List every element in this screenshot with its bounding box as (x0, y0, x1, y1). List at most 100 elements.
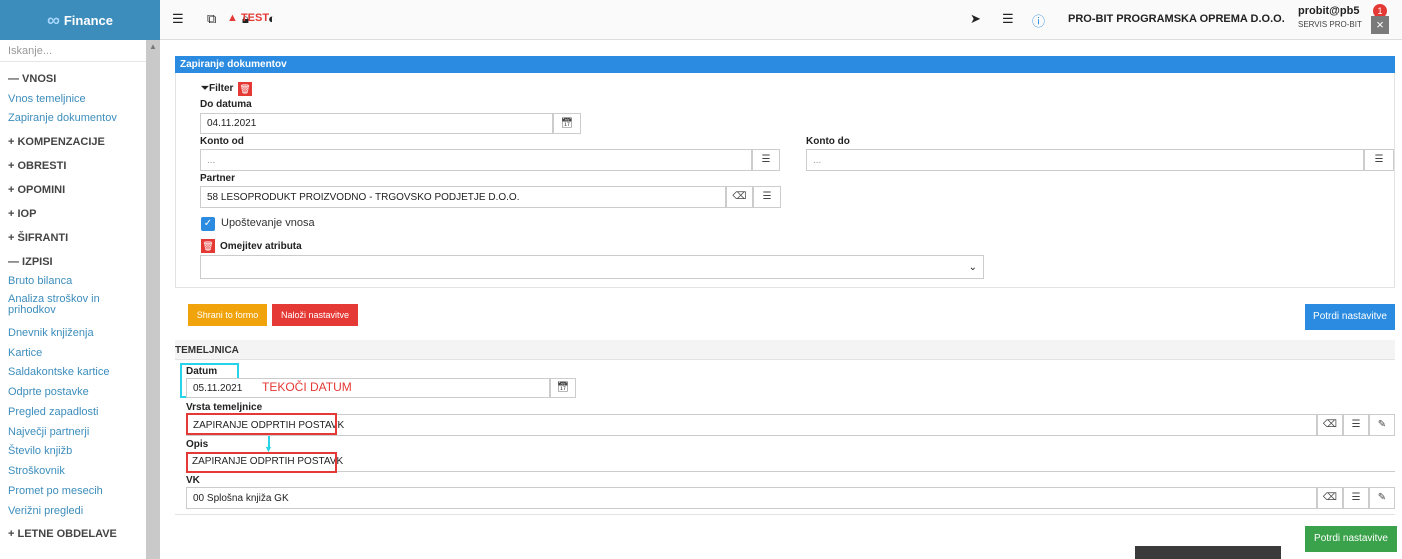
checkmark-icon: ✓ (203, 218, 213, 229)
list-icon[interactable]: ☰ (1002, 11, 1014, 27)
sidebar-section-obresti[interactable]: + OBRESTI (8, 160, 66, 172)
nalozi-button[interactable]: Naloži nastavitve (272, 304, 358, 326)
send-icon[interactable]: ➤ (970, 11, 981, 27)
partner-input[interactable]: 58 LESOPRODUKT PROIZVODNO - TRGOVSKO POD… (200, 186, 726, 208)
konto-od-list-button[interactable]: ☰ (752, 149, 780, 171)
sidebar-item-stevilo-knjizb[interactable]: Število knjižb (8, 445, 72, 457)
sidebar-item-zapiranje-dokumentov[interactable]: Zapiranje dokumentov (8, 112, 117, 124)
konto-od-input[interactable]: ... (200, 149, 752, 171)
sidebar-item-saldakontske-kartice[interactable]: Saldakontske kartice (8, 366, 110, 378)
omejitev-select[interactable]: ⌄ (200, 255, 984, 279)
vk-list-button[interactable]: ☰ (1343, 487, 1369, 509)
test-badge: ▲ TEST (227, 12, 269, 24)
close-button[interactable]: × (1371, 16, 1389, 34)
opis-label: Opis (186, 439, 209, 450)
potrdi-bottom-button[interactable]: Potrdi nastavitve (1305, 526, 1397, 552)
list-icon: ☰ (1374, 154, 1384, 165)
trash-icon: 🗑︎ (239, 84, 251, 94)
app-name: Finance (63, 12, 113, 28)
test-label: TEST (240, 12, 270, 24)
vrsta-input[interactable]: ZAPIRANJE ODPRTIH POSTAVK (186, 414, 1317, 436)
pencil-icon: ✎ (1377, 492, 1387, 503)
sidebar-item-odprte-postavke[interactable]: Odprte postavke (8, 386, 89, 398)
partner-list-button[interactable]: ☰ (753, 186, 781, 208)
datum-input[interactable]: 05.11.2021 (186, 378, 550, 398)
pencil-icon: ✎ (1377, 419, 1387, 430)
konto-do-list-button[interactable]: ☰ (1364, 149, 1394, 171)
sidebar-scrollbar[interactable]: ▲ (146, 40, 160, 559)
opis-highlight-frame (186, 452, 337, 473)
logo-icon: ∞ (47, 9, 60, 30)
list-icon: ☰ (761, 154, 771, 165)
calendar-button[interactable]: 📅︎ (553, 113, 581, 134)
potrdi-top-button[interactable]: Potrdi nastavitve (1305, 304, 1395, 330)
konto-do-input[interactable]: ... (806, 149, 1364, 171)
sidebar-item-bruto-bilanca[interactable]: Bruto bilanca (8, 275, 72, 287)
top-toolbar: ☰ ⧉ 🔒︎ ◐ ▲ TEST ➤ ☰ ⓘ PRO-BIT PROGRAMSKA… (160, 0, 1402, 40)
sidebar-section-izpisi[interactable]: — IZPISI (8, 256, 53, 268)
datum-label: Datum (186, 366, 218, 377)
filter-delete-button[interactable]: 🗑︎ (238, 82, 252, 96)
list-icon: ☰ (1351, 419, 1361, 430)
shrani-button[interactable]: Shrani to formo (188, 304, 267, 326)
vk-clear-button[interactable]: ⌫ (1317, 487, 1343, 509)
sidebar-section-iop[interactable]: + IOP (8, 208, 36, 220)
temeljnica-title: TEMELJNICA (175, 345, 239, 356)
vk-edit-button[interactable]: ✎ (1369, 487, 1395, 509)
sidebar-section-kompenzacije[interactable]: + KOMPENZACIJE (8, 136, 105, 148)
vk-value: 00 Splošna knjiža GK (193, 492, 289, 504)
datum-value: 05.11.2021 (193, 382, 243, 394)
sidebar-item-verizni-pregledi[interactable]: Verižni pregledi (8, 505, 83, 517)
vrsta-highlight-frame (186, 413, 337, 435)
section-divider (175, 514, 1395, 515)
sidebar-section-letne-obdelave[interactable]: + LETNE OBDELAVE (8, 528, 117, 540)
external-link-icon[interactable]: ⧉ (207, 11, 216, 27)
opis-input[interactable]: ZAPIRANJE ODPRTIH POSTAVK (186, 452, 1395, 472)
tooltip-bar (1135, 546, 1281, 559)
datum-calendar-button[interactable]: 📅︎ (550, 378, 576, 398)
upostevanje-checkbox[interactable]: ✓ (201, 217, 215, 231)
sidebar-item-vnos-temeljnice[interactable]: Vnos temeljnice (8, 93, 86, 105)
list-icon: ☰ (762, 191, 772, 202)
sidebar-item-promet-po-mesecih[interactable]: Promet po mesecih (8, 485, 103, 497)
omejitev-delete-button[interactable]: 🗑︎ (201, 239, 215, 253)
do-datuma-input[interactable]: 04.11.2021 (200, 113, 553, 134)
vrsta-clear-button[interactable]: ⌫ (1317, 414, 1343, 436)
konto-do-label: Konto do (806, 136, 850, 147)
vrsta-edit-button[interactable]: ✎ (1369, 414, 1395, 436)
sidebar-item-stroskovnik[interactable]: Stroškovnik (8, 465, 65, 477)
sidebar-item-najvecji-partnerji[interactable]: Največji partnerji (8, 426, 89, 438)
sidebar-section-vnosi[interactable]: — VNOSI (8, 73, 56, 85)
sidebar-search-input[interactable]: Iskanje... (0, 40, 146, 62)
panel-title: Zapiranje dokumentov (175, 56, 1395, 73)
sidebar-section-opomini[interactable]: + OPOMINI (8, 184, 65, 196)
warning-icon: ▲ (227, 12, 238, 24)
partner-clear-button[interactable]: ⌫ (726, 186, 753, 208)
sidebar-section-sifranti[interactable]: + ŠIFRANTI (8, 232, 68, 244)
sidebar-item-kartice[interactable]: Kartice (8, 347, 42, 359)
calendar-icon: 📅︎ (560, 118, 574, 129)
upostevanje-label: Upoštevanje vnosa (221, 217, 315, 229)
user-email[interactable]: probit@pb5 (1298, 5, 1359, 17)
sidebar-item-pregled-zapadlosti[interactable]: Pregled zapadlosti (8, 406, 99, 418)
app-brand[interactable]: ∞ Finance (0, 0, 160, 40)
vrsta-list-button[interactable]: ☰ (1343, 414, 1369, 436)
eraser-icon: ⌫ (1322, 492, 1338, 503)
do-datuma-label: Do datuma (200, 99, 252, 110)
vk-input[interactable]: 00 Splošna knjiža GK (186, 487, 1317, 509)
konto-od-placeholder: ... (207, 154, 216, 166)
sidebar-item-analiza-stroskov[interactable]: Analiza stroškov in prihodkov (8, 294, 128, 316)
filter-icon: ⏷ (201, 83, 209, 94)
partner-label: Partner (200, 173, 236, 184)
eraser-icon: ⌫ (732, 191, 747, 202)
sidebar-item-dnevnik-knjizenja[interactable]: Dnevnik knjiženja (8, 327, 94, 339)
konto-od-label: Konto od (200, 136, 244, 147)
trash-icon: 🗑︎ (202, 241, 214, 251)
user-subtitle: SERVIS PRO-BIT (1298, 20, 1362, 29)
filter-panel: ⏷Filter 🗑︎ Do datuma 04.11.2021 📅︎ Konto… (175, 73, 1395, 288)
menu-toggle-icon[interactable]: ☰ (172, 11, 184, 27)
contrast-icon[interactable]: ◐ (268, 11, 276, 26)
eraser-icon: ⌫ (1322, 419, 1338, 430)
info-icon[interactable]: ⓘ (1032, 11, 1045, 30)
scroll-up-icon[interactable]: ▲ (149, 42, 157, 51)
